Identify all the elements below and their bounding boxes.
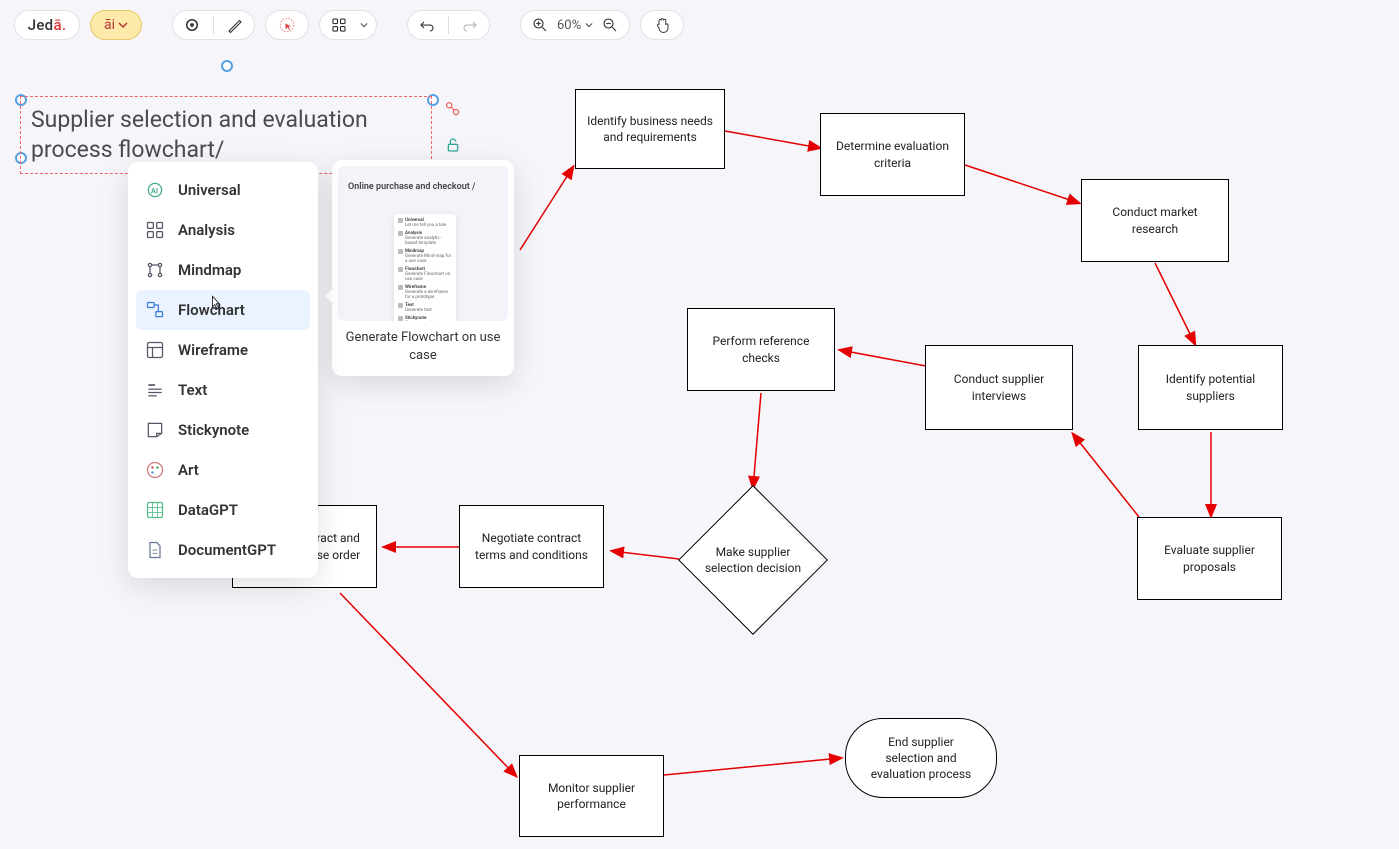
node-reference-checks[interactable]: Perform reference checks: [687, 308, 835, 391]
wireframe-icon: [144, 339, 166, 361]
zoom-out-button[interactable]: [599, 14, 621, 36]
menu-item-label: Text: [178, 381, 207, 399]
lock-icon[interactable]: [445, 137, 461, 153]
flowchart-icon: [144, 299, 166, 321]
menu-item-stickynote[interactable]: Stickynote: [136, 410, 310, 450]
zoom-controls: 60%: [520, 10, 630, 40]
preview-panel: Online purchase and checkout / Universal…: [332, 160, 514, 376]
zoom-level[interactable]: 60%: [557, 18, 593, 33]
pan-button[interactable]: [651, 14, 673, 36]
node-selection-decision[interactable]: Make supplier selection decision: [678, 485, 828, 635]
menu-item-label: DocumentGPT: [178, 541, 276, 559]
pan-tool-group: [640, 10, 684, 40]
node-evaluate-proposals[interactable]: Evaluate supplier proposals: [1137, 517, 1282, 600]
toolbar: Jedā. āi 60%: [0, 8, 1399, 42]
node-identify-suppliers[interactable]: Identify potential suppliers: [1138, 345, 1283, 430]
menu-item-datagpt[interactable]: DataGPT: [136, 490, 310, 530]
preview-thumbnail: Online purchase and checkout / Universal…: [338, 166, 508, 321]
analysis-icon: [144, 219, 166, 241]
node-end-process[interactable]: End supplier selection and evaluation pr…: [845, 718, 997, 798]
shape-tool-button[interactable]: [181, 14, 203, 36]
menu-item-label: DataGPT: [178, 501, 238, 519]
menu-item-label: Analysis: [178, 221, 235, 239]
menu-item-label: Universal: [178, 181, 241, 199]
node-determine-criteria[interactable]: Determine evaluation criteria: [820, 113, 965, 196]
select-tool-button[interactable]: [276, 14, 298, 36]
menu-item-wireframe[interactable]: Wireframe: [136, 330, 310, 370]
menu-item-documentgpt[interactable]: DocumentGPT: [136, 530, 310, 570]
undo-button[interactable]: [416, 14, 438, 36]
datagpt-icon: [144, 499, 166, 521]
canvas[interactable]: Identify business needs and requirements…: [0, 0, 1399, 849]
menu-item-art[interactable]: Art: [136, 450, 310, 490]
gesture-icon: [444, 100, 462, 118]
apps-button[interactable]: [328, 14, 350, 36]
node-conduct-interviews[interactable]: Conduct supplier interviews: [925, 345, 1073, 430]
shape-tools: [172, 10, 255, 40]
node-negotiate-terms[interactable]: Negotiate contract terms and conditions: [459, 505, 604, 588]
menu-item-analysis[interactable]: Analysis: [136, 210, 310, 250]
redo-button[interactable]: [459, 14, 481, 36]
node-market-research[interactable]: Conduct market research: [1081, 179, 1229, 262]
history-tools: [407, 10, 490, 40]
node-identify-needs[interactable]: Identify business needs and requirements: [575, 89, 725, 169]
universal-icon: AI: [144, 179, 166, 201]
menu-item-label: Art: [178, 461, 199, 479]
menu-item-text[interactable]: Text: [136, 370, 310, 410]
chevron-down-icon: [585, 21, 593, 29]
menu-item-label: Wireframe: [178, 341, 248, 359]
apps-tool: [319, 10, 377, 40]
chevron-down-icon: [118, 20, 128, 30]
cursor-pointer-icon: [208, 294, 226, 312]
ai-button[interactable]: āi: [90, 10, 142, 40]
node-monitor-performance[interactable]: Monitor supplier performance: [519, 755, 664, 837]
text-icon: [144, 379, 166, 401]
ai-menu: AI Universal Analysis Mindmap Flowchart …: [128, 162, 318, 578]
pen-tool-button[interactable]: [224, 14, 246, 36]
documentgpt-icon: [144, 539, 166, 561]
selection-handle[interactable]: [221, 60, 233, 72]
mindmap-icon: [144, 259, 166, 281]
zoom-in-button[interactable]: [529, 14, 551, 36]
art-icon: [144, 459, 166, 481]
menu-item-label: Mindmap: [178, 261, 241, 279]
logo[interactable]: Jedā.: [14, 10, 80, 40]
chevron-down-icon: [360, 21, 368, 29]
menu-item-universal[interactable]: AI Universal: [136, 170, 310, 210]
svg-text:AI: AI: [151, 186, 158, 195]
select-tool-group: [265, 10, 309, 40]
menu-item-label: Stickynote: [178, 421, 249, 439]
preview-caption: Generate Flowchart on use case: [338, 321, 508, 370]
stickynote-icon: [144, 419, 166, 441]
menu-item-mindmap[interactable]: Mindmap: [136, 250, 310, 290]
